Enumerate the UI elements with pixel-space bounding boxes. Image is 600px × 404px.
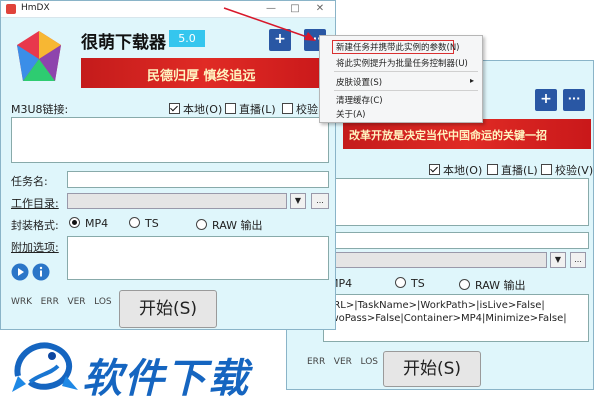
annotation-arrow <box>223 7 316 41</box>
verify-option[interactable]: 校验( <box>282 101 322 117</box>
format-raw-option[interactable]: RAW 输出 <box>196 217 263 233</box>
menu-separator <box>334 71 478 72</box>
back-local-checkbox[interactable] <box>429 164 440 175</box>
workdir-select[interactable] <box>67 193 287 209</box>
front-banner: 民德归厚 慎终追远 <box>81 58 329 88</box>
back-verify-option[interactable]: 校验(V) <box>541 162 593 178</box>
back-verify-checkbox[interactable] <box>541 164 552 175</box>
mp4-radio[interactable] <box>69 217 80 228</box>
back-local-option[interactable]: 本地(O) <box>429 162 482 178</box>
back-log-tags: ERR VER LOS <box>307 357 378 367</box>
menu-item-about[interactable]: 关于(A) <box>336 108 365 120</box>
back-params-box[interactable]: URL>|TaskName>|WorkPath>|isLive>False| T… <box>323 294 589 342</box>
log-tag-wrk: WRK <box>11 297 33 307</box>
live-checkbox[interactable] <box>225 103 236 114</box>
format-label: 封装格式: <box>11 219 59 232</box>
menu-separator <box>334 90 478 91</box>
back-params-line2: TwoPass>False|Container>MP4|Minimize>Fal… <box>326 313 567 324</box>
log-tag-ver: VER <box>67 297 86 307</box>
window-title: HmDX <box>21 3 50 13</box>
dragon-logo-icon <box>12 342 78 392</box>
log-tag-err: ERR <box>40 297 59 307</box>
back-add-button[interactable]: + <box>535 89 557 111</box>
browse-button[interactable]: ... <box>311 193 329 209</box>
submenu-arrow-icon: ▸ <box>470 76 475 85</box>
workdir-dropdown-button[interactable]: ▼ <box>290 193 306 209</box>
ts-radio[interactable] <box>129 217 140 228</box>
verify-checkbox[interactable] <box>282 103 293 114</box>
back-banner-text: 改革开放是决定当代中国命运的关键一招 <box>349 129 547 142</box>
format-mp4-option[interactable]: MP4 <box>69 217 108 230</box>
context-menu: 新建任务并携带此实例的参数(N) 将此实例提升为批量任务控制器(U) 皮肤设置(… <box>319 35 483 123</box>
front-banner-text: 民德归厚 慎终追远 <box>147 69 256 84</box>
back-workdir-dropdown-button[interactable]: ▼ <box>550 252 566 268</box>
task-name-input[interactable] <box>67 171 329 188</box>
back-url-textarea[interactable] <box>335 178 589 226</box>
app-icon <box>6 4 16 14</box>
live-option[interactable]: 直播(L) <box>225 101 276 117</box>
extra-options-label: 附加选项: <box>11 241 59 254</box>
app-name: 很萌下载器 <box>81 33 166 53</box>
back-format-raw[interactable]: RAW 输出 <box>459 277 526 293</box>
back-browse-button[interactable]: ... <box>570 252 586 268</box>
back-format-ts[interactable]: TS <box>395 277 425 290</box>
raw-radio[interactable] <box>196 219 207 230</box>
back-more-button[interactable]: ··· <box>563 89 585 111</box>
workdir-label: 工作目录: <box>11 197 59 210</box>
extra-options-textarea[interactable] <box>67 236 329 280</box>
local-checkbox[interactable] <box>169 103 180 114</box>
menu-item-new-task[interactable]: 新建任务并携带此实例的参数(N) <box>336 41 460 53</box>
format-ts-option[interactable]: TS <box>129 217 159 230</box>
back-live-checkbox[interactable] <box>487 164 498 175</box>
play-icon[interactable] <box>11 263 29 281</box>
back-workdir-select[interactable] <box>335 252 547 268</box>
back-start-button[interactable]: 开始(S) <box>383 351 481 387</box>
back-ts-radio[interactable] <box>395 277 406 288</box>
version-badge: 5.0 <box>169 30 205 47</box>
log-tag-los: LOS <box>94 297 112 307</box>
back-params-line1: URL>|TaskName>|WorkPath>|isLive>False| <box>326 300 545 311</box>
start-button[interactable]: 开始(S) <box>119 290 217 328</box>
menu-item-skin-settings[interactable]: 皮肤设置(S) <box>336 76 382 88</box>
info-icon[interactable] <box>32 263 50 281</box>
watermark-text: 软件下载 <box>82 356 250 402</box>
task-name-label: 任务名: <box>11 175 48 188</box>
back-task-input[interactable] <box>335 232 589 249</box>
back-banner: 改革开放是决定当代中国命运的关键一招 <box>343 119 591 149</box>
app-logo-icon <box>17 31 61 81</box>
m3u8-url-textarea[interactable] <box>11 117 329 163</box>
local-option[interactable]: 本地(O) <box>169 101 222 117</box>
m3u8-label: M3U8链接: <box>11 103 69 116</box>
back-raw-radio[interactable] <box>459 279 470 290</box>
main-window: HmDX — □ ✕ 很萌下载器 5.0 + ··· 民德归厚 慎终追远 M3U… <box>0 0 336 330</box>
back-live-option[interactable]: 直播(L) <box>487 162 538 178</box>
menu-item-promote-batch[interactable]: 将此实例提升为批量任务控制器(U) <box>336 57 468 69</box>
log-status-tags: WRK ERR VER LOS <box>11 297 112 307</box>
menu-item-clear-cache[interactable]: 清理缓存(C) <box>336 94 383 106</box>
